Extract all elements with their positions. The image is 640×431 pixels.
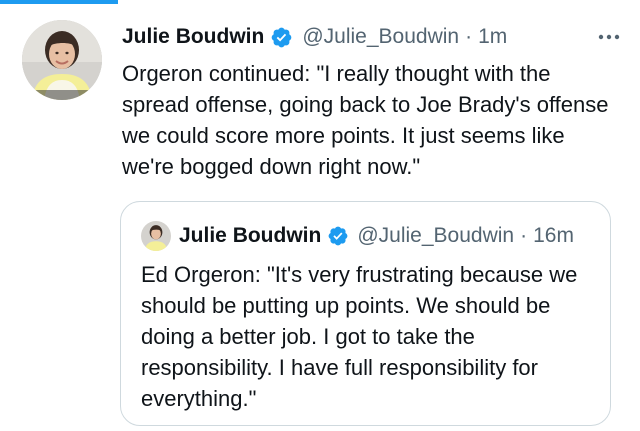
tweet-header: Julie Boudwin @Julie_Boudwin · 1m [122, 22, 622, 52]
author-name[interactable]: Julie Boudwin [122, 25, 264, 49]
author-handle[interactable]: @Julie_Boudwin [302, 25, 459, 49]
verified-badge-icon [272, 27, 292, 47]
quoted-author-handle: @Julie_Boudwin [357, 224, 515, 247]
more-options-icon[interactable] [596, 26, 622, 48]
quoted-tweet-text: Ed Orgeron: "It's very frustrating becau… [141, 262, 578, 411]
quoted-avatar [141, 221, 171, 251]
avatar[interactable] [22, 20, 102, 100]
quoted-separator-dot: · [520, 224, 528, 247]
quoted-author-name: Julie Boudwin [179, 224, 322, 247]
quoted-tweet-header: Julie Boudwin @Julie_Boudwin · 16m [141, 220, 600, 252]
timestamp[interactable]: 1m [478, 25, 507, 49]
quoted-tweet[interactable]: Julie Boudwin @Julie_Boudwin · 16m Ed Or… [120, 201, 611, 426]
verified-badge-icon [328, 226, 348, 246]
tweet-text: Orgeron continued: "I really thought wit… [122, 61, 609, 179]
quoted-avatar-photo [141, 221, 171, 251]
separator-dot: · [465, 25, 473, 48]
avatar-photo [22, 20, 102, 100]
quoted-timestamp: 16m [533, 224, 574, 247]
tweet[interactable]: Julie Boudwin @Julie_Boudwin · 1m Orgero… [0, 0, 640, 431]
